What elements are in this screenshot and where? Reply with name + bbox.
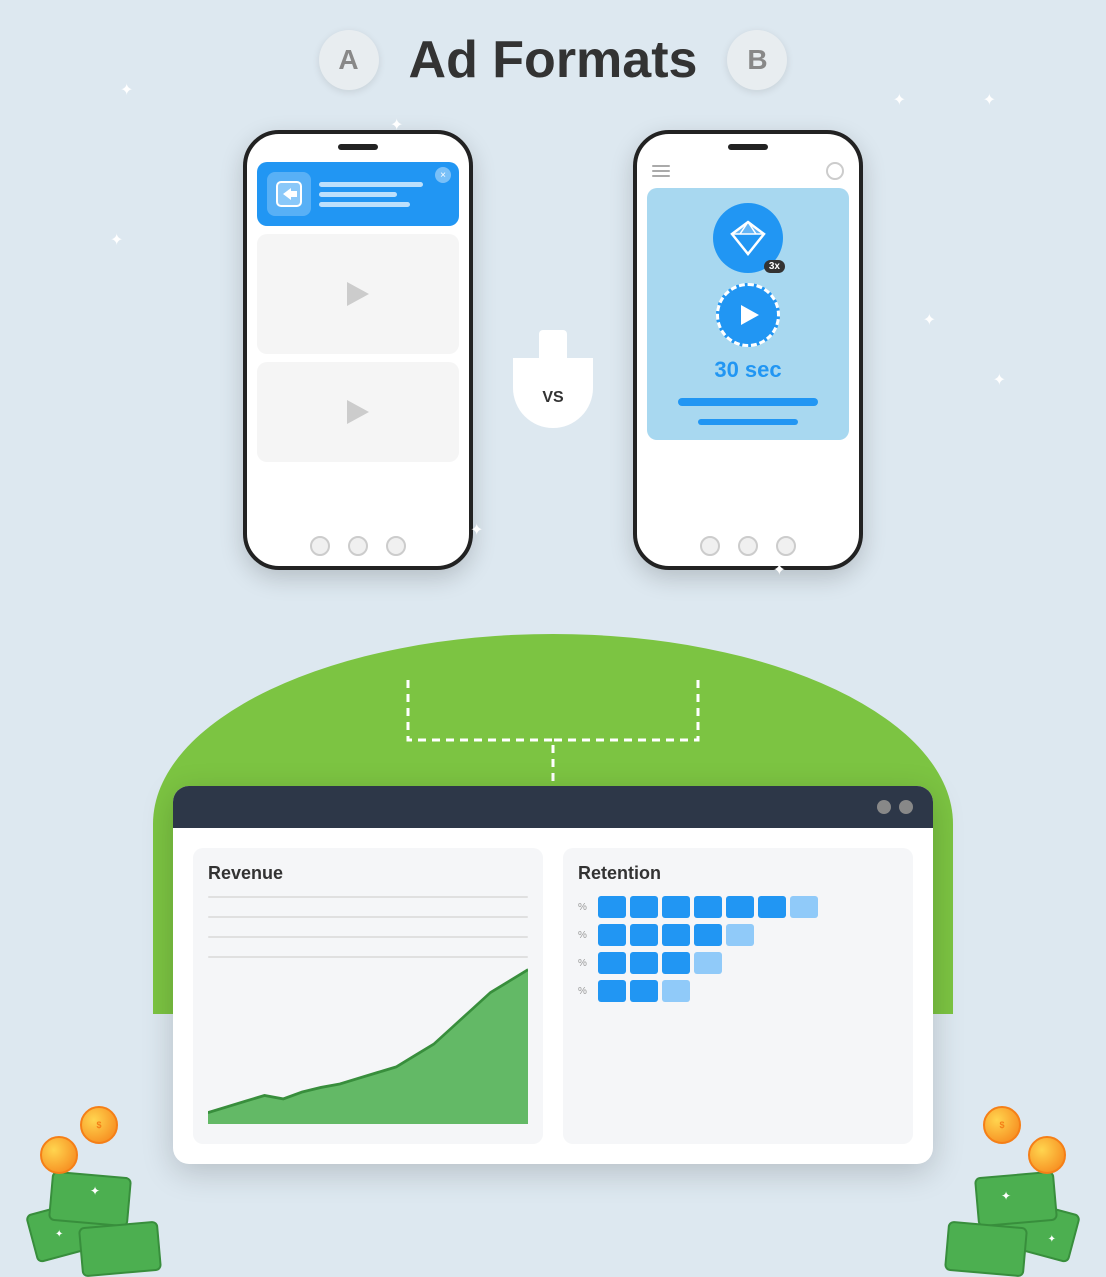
ad-text-lines xyxy=(319,182,449,207)
vs-label: VS xyxy=(542,389,563,407)
retention-panel: Retention % % xyxy=(563,848,913,1144)
arrow-box-icon xyxy=(275,180,303,208)
multiplier-badge: 3x xyxy=(764,260,785,273)
sparkle-2: ✦ xyxy=(390,115,403,135)
dash-dot-2 xyxy=(899,800,913,814)
phone-b-bottom xyxy=(637,536,859,556)
ad-bar-2 xyxy=(698,419,798,425)
phone-btn-5 xyxy=(738,536,758,556)
sparkle-5: ✦ xyxy=(430,460,443,480)
sparkle-7: ✦ xyxy=(773,560,786,580)
coin-3 xyxy=(1028,1136,1066,1174)
sparkle-3: ✦ xyxy=(893,90,906,110)
bill-star-4: ✦ xyxy=(1048,1234,1056,1245)
phone-a-card-1 xyxy=(257,234,459,354)
rewarded-ad-content: 3x 30 sec xyxy=(647,188,849,440)
phone-a: × xyxy=(243,130,473,570)
phone-btn-2 xyxy=(348,536,368,556)
money-bill-6 xyxy=(944,1221,1028,1277)
connector-lines xyxy=(278,680,828,800)
sparkle-10: ✦ xyxy=(110,230,123,250)
hamburger-icon xyxy=(652,165,670,177)
dashboard-header xyxy=(173,786,933,828)
phone-btn-4 xyxy=(700,536,720,556)
phone-btn-6 xyxy=(776,536,796,556)
bill-star-1: ✦ xyxy=(90,1184,100,1198)
play-icon-1 xyxy=(347,282,369,306)
coin-4: $ xyxy=(983,1106,1021,1144)
badge-b: B xyxy=(727,30,787,90)
retention-row-3: % xyxy=(578,952,898,974)
retention-grid: % % xyxy=(578,896,898,1002)
ad-bar-1 xyxy=(678,398,818,406)
money-bill-3 xyxy=(78,1221,162,1277)
flask-bowl: VS xyxy=(513,358,593,428)
revenue-panel: Revenue xyxy=(193,848,543,1144)
phone-btn-3 xyxy=(386,536,406,556)
phone-a-card-2 xyxy=(257,362,459,462)
revenue-chart-svg xyxy=(208,964,528,1124)
diamond-icon xyxy=(728,218,768,258)
ad-icon-box xyxy=(267,172,311,216)
circle-button xyxy=(826,162,844,180)
money-bill-5 xyxy=(974,1171,1058,1228)
money-bill-2 xyxy=(48,1171,132,1228)
page-title: Ad Formats xyxy=(409,30,698,90)
retention-row-2: % xyxy=(578,924,898,946)
diamond-icon-circle: 3x xyxy=(713,203,783,273)
bill-star-3: ✦ xyxy=(1001,1189,1011,1203)
phone-a-bottom xyxy=(247,536,469,556)
sparkle-8: ✦ xyxy=(813,140,826,160)
flask-icon: VS xyxy=(513,330,593,428)
retention-title: Retention xyxy=(578,863,898,884)
coin-2: $ xyxy=(80,1106,118,1144)
close-button[interactable]: × xyxy=(435,167,451,183)
badge-a: A xyxy=(319,30,379,90)
flask-neck xyxy=(539,330,567,358)
phone-btn-1 xyxy=(310,536,330,556)
bill-star-2: ✦ xyxy=(55,1229,63,1240)
play-icon-2 xyxy=(347,400,369,424)
duration-label: 30 sec xyxy=(714,357,781,383)
header: A Ad Formats B xyxy=(0,30,1106,90)
video-play-circle xyxy=(716,283,780,347)
sparkle-6: ✦ xyxy=(470,520,483,540)
analytics-dashboard: Revenue Retention xyxy=(173,786,933,1164)
revenue-title: Revenue xyxy=(208,863,528,884)
retention-row-4: % xyxy=(578,980,898,1002)
phone-b: 3x 30 sec xyxy=(633,130,863,570)
play-icon-white xyxy=(741,305,759,325)
phone-b-topbar xyxy=(647,162,849,180)
dashboard-body: Revenue Retention xyxy=(173,828,933,1164)
sparkle-1: ✦ xyxy=(120,80,133,100)
vs-flask-container: VS xyxy=(513,330,593,428)
sparkle-9: ✦ xyxy=(923,310,936,330)
coin-1 xyxy=(40,1136,78,1174)
dash-dot-1 xyxy=(877,800,891,814)
retention-row-1: % xyxy=(578,896,898,918)
sparkle-4: ✦ xyxy=(983,90,996,110)
sparkle-11: ✦ xyxy=(993,370,1006,390)
phone-a-banner-ad: × xyxy=(257,162,459,226)
